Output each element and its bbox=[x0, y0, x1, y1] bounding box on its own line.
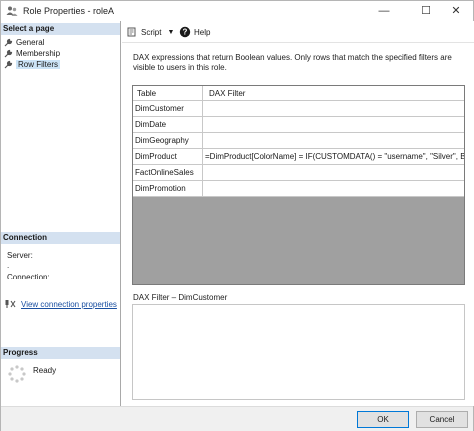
view-connection-properties-link[interactable]: View connection properties bbox=[5, 299, 117, 309]
svg-text:?: ? bbox=[183, 28, 188, 37]
dax-filter-cell[interactable] bbox=[203, 117, 464, 132]
script-button[interactable]: Script ▼ bbox=[126, 25, 174, 39]
minimize-button[interactable]: — bbox=[369, 1, 399, 21]
dax-filter-cell[interactable] bbox=[203, 165, 464, 180]
help-button[interactable]: ? Help bbox=[179, 25, 210, 39]
maximize-button[interactable]: ☐ bbox=[411, 1, 441, 21]
cancel-button[interactable]: Cancel bbox=[416, 411, 468, 428]
row-filters-grid: Table DAX Filter DimCustomer DimDate Dim… bbox=[132, 85, 465, 285]
column-header-table[interactable]: Table bbox=[133, 86, 203, 101]
wrench-icon bbox=[4, 49, 13, 57]
page-item-row-filters[interactable]: Row Filters bbox=[4, 59, 61, 69]
script-icon bbox=[127, 27, 136, 37]
title-bar: Role Properties - roleA — ☐ ✕ bbox=[1, 1, 473, 21]
page-item-label: General bbox=[16, 37, 45, 47]
progress-spinner-icon bbox=[8, 365, 26, 383]
table-cell: DimCustomer bbox=[133, 101, 203, 116]
script-dropdown-icon[interactable]: ▼ bbox=[167, 29, 174, 36]
page-item-label: Membership bbox=[16, 48, 61, 58]
column-header-dax-filter[interactable]: DAX Filter bbox=[203, 86, 464, 101]
table-row[interactable]: DimDate bbox=[133, 117, 464, 133]
connection-properties-icon bbox=[5, 300, 16, 308]
table-cell: DimProduct bbox=[133, 149, 203, 164]
progress-status: Ready bbox=[33, 366, 57, 375]
table-row[interactable]: DimCustomer bbox=[133, 101, 464, 117]
right-panel: Script ▼ ? Help DAX expressions that ret… bbox=[122, 21, 474, 406]
table-row[interactable]: DimProduct =DimProduct[ColorName] = IF(C… bbox=[133, 149, 464, 165]
dax-filter-cell[interactable]: =DimProduct[ColorName] = IF(CUSTOMDATA()… bbox=[203, 149, 464, 164]
grid-header: Table DAX Filter bbox=[133, 86, 464, 101]
help-label: Help bbox=[194, 27, 211, 37]
window-title: Role Properties - roleA bbox=[23, 6, 115, 16]
select-page-header: Select a page bbox=[1, 23, 120, 35]
role-icon bbox=[6, 6, 18, 16]
dialog-button-bar: OK Cancel bbox=[1, 406, 473, 431]
page-item-label: Row Filters bbox=[16, 59, 61, 69]
script-label: Script bbox=[141, 27, 162, 37]
view-connection-properties-label: View connection properties bbox=[21, 299, 117, 309]
dax-filter-editor-label: DAX Filter – DimCustomer bbox=[133, 293, 228, 302]
toolbar: Script ▼ ? Help bbox=[122, 21, 474, 43]
server-value: . bbox=[7, 261, 10, 270]
role-properties-window: Role Properties - roleA — ☐ ✕ Select a p… bbox=[0, 0, 474, 431]
table-cell: FactOnlineSales bbox=[133, 165, 203, 180]
dax-filter-editor[interactable] bbox=[132, 304, 465, 400]
connection-header: Connection bbox=[1, 232, 120, 244]
wrench-icon bbox=[4, 60, 13, 68]
table-row[interactable]: FactOnlineSales bbox=[133, 165, 464, 181]
left-panel: Select a page General Membership Row Fil… bbox=[1, 21, 121, 406]
table-row[interactable]: DimPromotion bbox=[133, 181, 464, 197]
server-label: Server: bbox=[7, 251, 33, 260]
page-item-general[interactable]: General bbox=[4, 37, 44, 47]
connection-label: Connection: bbox=[7, 273, 50, 279]
close-button[interactable]: ✕ bbox=[441, 1, 471, 21]
table-cell: DimPromotion bbox=[133, 181, 203, 196]
dax-filter-cell[interactable] bbox=[203, 101, 464, 116]
help-icon: ? bbox=[179, 26, 191, 38]
wrench-icon bbox=[4, 38, 13, 46]
description-text: DAX expressions that return Boolean valu… bbox=[133, 53, 452, 72]
ok-button[interactable]: OK bbox=[357, 411, 409, 428]
page-item-membership[interactable]: Membership bbox=[4, 48, 60, 58]
dax-filter-cell[interactable] bbox=[203, 181, 464, 196]
dax-filter-cell[interactable] bbox=[203, 133, 464, 148]
table-cell: DimDate bbox=[133, 117, 203, 132]
table-cell: DimGeography bbox=[133, 133, 203, 148]
table-row[interactable]: DimGeography bbox=[133, 133, 464, 149]
progress-header: Progress bbox=[1, 347, 120, 359]
